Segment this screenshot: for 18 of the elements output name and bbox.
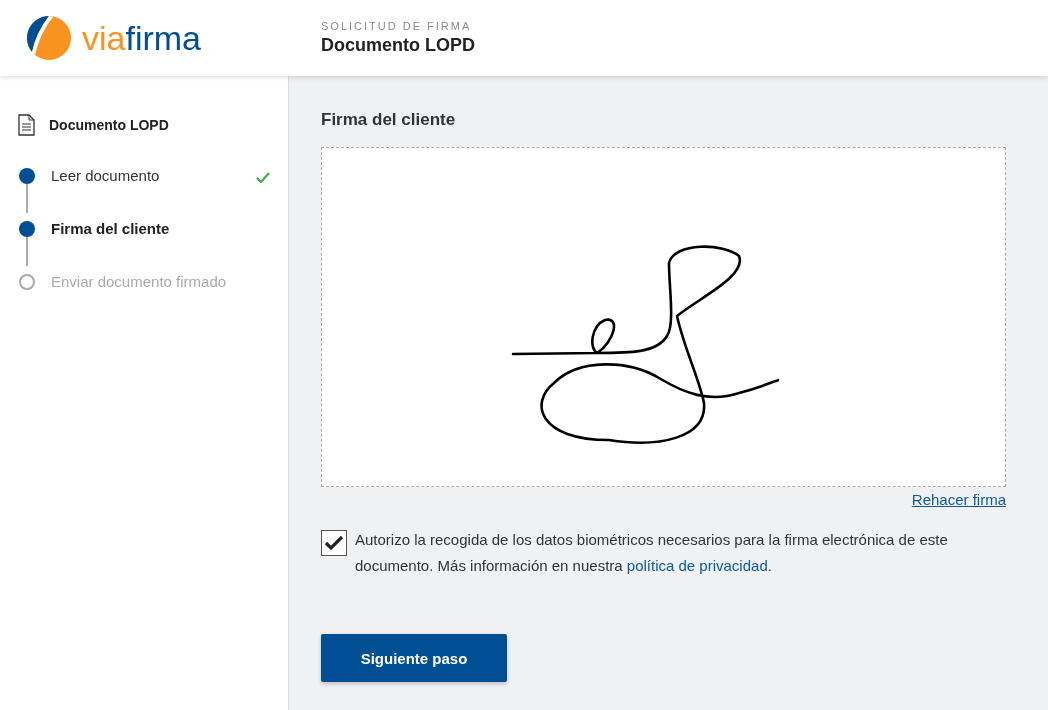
document-name: Documento LOPD (49, 117, 169, 133)
step-dot (19, 221, 35, 237)
step-dot (19, 168, 35, 184)
section-title: Firma del cliente (321, 110, 457, 130)
check-icon (256, 172, 270, 183)
page-eyebrow: SOLICITUD DE FIRMA (321, 20, 473, 32)
document-icon (18, 114, 35, 136)
next-step-button[interactable]: Siguiente paso (321, 634, 507, 682)
consent-text: Autorizo la recogida de los datos biométricos necesarios para la firma electrónica de este documento. Más información en nuestra política de privacidad. (355, 530, 949, 576)
step-dot (19, 274, 35, 290)
consent-checkbox[interactable] (321, 530, 347, 556)
redo-signature-link[interactable]: Rehacer firma (911, 491, 1006, 508)
step-label[interactable]: Leer documento (51, 160, 256, 184)
step-label[interactable]: Firma del cliente (51, 213, 272, 237)
page-title: Documento LOPD (321, 35, 475, 56)
logo-icon (26, 15, 72, 61)
privacy-policy-link[interactable]: política de privacidad (626, 557, 768, 574)
logo-wordmark: viafirma (82, 18, 202, 58)
